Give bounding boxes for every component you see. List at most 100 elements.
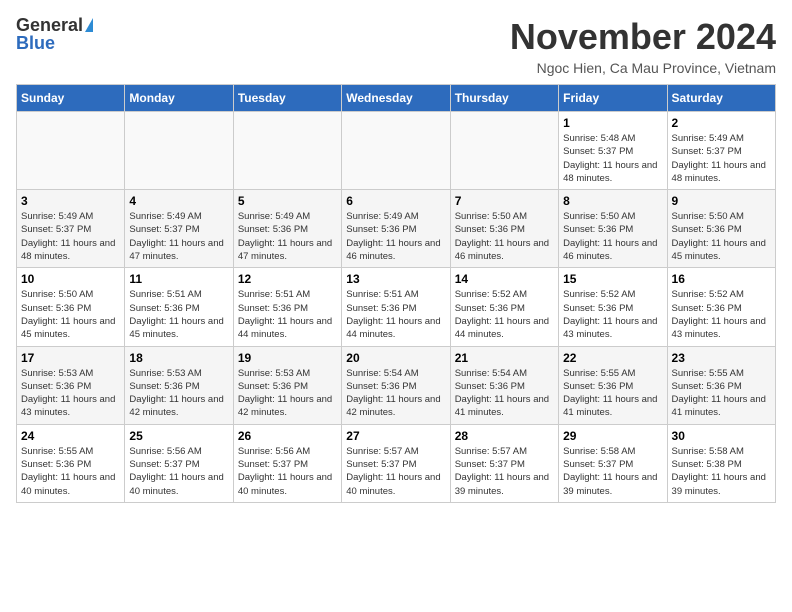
calendar-cell: 7Sunrise: 5:50 AM Sunset: 5:36 PM Daylig… bbox=[450, 190, 558, 268]
day-info: Sunrise: 5:50 AM Sunset: 5:36 PM Dayligh… bbox=[563, 210, 662, 263]
day-info: Sunrise: 5:57 AM Sunset: 5:37 PM Dayligh… bbox=[346, 445, 445, 498]
logo-blue-text: Blue bbox=[16, 34, 55, 52]
day-number: 26 bbox=[238, 429, 337, 443]
calendar-body: 1 Sunrise: 5:48 AM Sunset: 5:37 PM Daylig… bbox=[17, 112, 776, 503]
calendar-cell: 1 Sunrise: 5:48 AM Sunset: 5:37 PM Daylig… bbox=[559, 112, 667, 190]
calendar-cell: 8 Sunrise: 5:50 AM Sunset: 5:36 PM Daylig… bbox=[559, 190, 667, 268]
calendar-table: SundayMondayTuesdayWednesdayThursdayFrid… bbox=[16, 84, 776, 503]
day-number: 9 bbox=[672, 194, 771, 208]
weekday-header-wednesday: Wednesday bbox=[342, 85, 450, 112]
day-number: 2 bbox=[672, 116, 771, 130]
day-info: Sunrise: 5:51 AM Sunset: 5:36 PM Dayligh… bbox=[346, 288, 445, 341]
day-info: Sunrise: 5:51 AM Sunset: 5:36 PM Dayligh… bbox=[129, 288, 228, 341]
page-header: General Blue November 2024 Ngoc Hien, Ca… bbox=[16, 16, 776, 76]
day-info: Sunrise: 5:55 AM Sunset: 5:36 PM Dayligh… bbox=[563, 367, 662, 420]
day-number: 27 bbox=[346, 429, 445, 443]
calendar-cell: 29 Sunrise: 5:58 AM Sunset: 5:37 PM Dayli… bbox=[559, 424, 667, 502]
day-number: 1 bbox=[563, 116, 662, 130]
day-info: Sunrise: 5:55 AM Sunset: 5:36 PM Dayligh… bbox=[21, 445, 120, 498]
calendar-cell: 10Sunrise: 5:50 AM Sunset: 5:36 PM Dayli… bbox=[17, 268, 125, 346]
day-info: Sunrise: 5:51 AM Sunset: 5:36 PM Dayligh… bbox=[238, 288, 337, 341]
calendar-cell: 4 Sunrise: 5:49 AM Sunset: 5:37 PM Daylig… bbox=[125, 190, 233, 268]
day-info: Sunrise: 5:58 AM Sunset: 5:38 PM Dayligh… bbox=[672, 445, 771, 498]
calendar-cell: 17 Sunrise: 5:53 AM Sunset: 5:36 PM Dayli… bbox=[17, 346, 125, 424]
day-info: Sunrise: 5:52 AM Sunset: 5:36 PM Dayligh… bbox=[672, 288, 771, 341]
day-info: Sunrise: 5:58 AM Sunset: 5:37 PM Dayligh… bbox=[563, 445, 662, 498]
day-number: 6 bbox=[346, 194, 445, 208]
weekday-header-tuesday: Tuesday bbox=[233, 85, 341, 112]
calendar-cell: 23 Sunrise: 5:55 AM Sunset: 5:36 PM Dayli… bbox=[667, 346, 775, 424]
day-info: Sunrise: 5:49 AM Sunset: 5:37 PM Dayligh… bbox=[129, 210, 228, 263]
day-info: Sunrise: 5:53 AM Sunset: 5:36 PM Dayligh… bbox=[238, 367, 337, 420]
calendar-week-row: 10Sunrise: 5:50 AM Sunset: 5:36 PM Dayli… bbox=[17, 268, 776, 346]
day-number: 14 bbox=[455, 272, 554, 286]
day-info: Sunrise: 5:49 AM Sunset: 5:36 PM Dayligh… bbox=[238, 210, 337, 263]
calendar-cell bbox=[233, 112, 341, 190]
calendar-title: November 2024 bbox=[510, 16, 776, 58]
calendar-cell: 9Sunrise: 5:50 AM Sunset: 5:36 PM Daylig… bbox=[667, 190, 775, 268]
weekday-header-row: SundayMondayTuesdayWednesdayThursdayFrid… bbox=[17, 85, 776, 112]
day-number: 23 bbox=[672, 351, 771, 365]
calendar-week-row: 17 Sunrise: 5:53 AM Sunset: 5:36 PM Dayli… bbox=[17, 346, 776, 424]
calendar-week-row: 3 Sunrise: 5:49 AM Sunset: 5:37 PM Daylig… bbox=[17, 190, 776, 268]
day-info: Sunrise: 5:56 AM Sunset: 5:37 PM Dayligh… bbox=[238, 445, 337, 498]
day-info: Sunrise: 5:50 AM Sunset: 5:36 PM Dayligh… bbox=[455, 210, 554, 263]
day-number: 22 bbox=[563, 351, 662, 365]
calendar-cell: 3 Sunrise: 5:49 AM Sunset: 5:37 PM Daylig… bbox=[17, 190, 125, 268]
weekday-header-monday: Monday bbox=[125, 85, 233, 112]
calendar-cell: 5 Sunrise: 5:49 AM Sunset: 5:36 PM Daylig… bbox=[233, 190, 341, 268]
weekday-header-friday: Friday bbox=[559, 85, 667, 112]
weekday-header-thursday: Thursday bbox=[450, 85, 558, 112]
calendar-cell: 11 Sunrise: 5:51 AM Sunset: 5:36 PM Dayli… bbox=[125, 268, 233, 346]
calendar-cell bbox=[450, 112, 558, 190]
day-number: 5 bbox=[238, 194, 337, 208]
calendar-cell bbox=[125, 112, 233, 190]
day-info: Sunrise: 5:48 AM Sunset: 5:37 PM Dayligh… bbox=[563, 132, 662, 185]
calendar-cell: 6Sunrise: 5:49 AM Sunset: 5:36 PM Daylig… bbox=[342, 190, 450, 268]
calendar-cell: 27 Sunrise: 5:57 AM Sunset: 5:37 PM Dayli… bbox=[342, 424, 450, 502]
day-info: Sunrise: 5:53 AM Sunset: 5:36 PM Dayligh… bbox=[129, 367, 228, 420]
day-info: Sunrise: 5:56 AM Sunset: 5:37 PM Dayligh… bbox=[129, 445, 228, 498]
logo: General Blue bbox=[16, 16, 93, 52]
day-number: 12 bbox=[238, 272, 337, 286]
day-number: 21 bbox=[455, 351, 554, 365]
calendar-cell: 2Sunrise: 5:49 AM Sunset: 5:37 PM Daylig… bbox=[667, 112, 775, 190]
logo-triangle-icon bbox=[85, 18, 93, 32]
title-block: November 2024 Ngoc Hien, Ca Mau Province… bbox=[510, 16, 776, 76]
day-number: 3 bbox=[21, 194, 120, 208]
day-info: Sunrise: 5:54 AM Sunset: 5:36 PM Dayligh… bbox=[455, 367, 554, 420]
calendar-cell: 19 Sunrise: 5:53 AM Sunset: 5:36 PM Dayli… bbox=[233, 346, 341, 424]
calendar-cell: 22 Sunrise: 5:55 AM Sunset: 5:36 PM Dayli… bbox=[559, 346, 667, 424]
day-number: 24 bbox=[21, 429, 120, 443]
calendar-cell: 18 Sunrise: 5:53 AM Sunset: 5:36 PM Dayli… bbox=[125, 346, 233, 424]
day-info: Sunrise: 5:57 AM Sunset: 5:37 PM Dayligh… bbox=[455, 445, 554, 498]
calendar-cell: 20Sunrise: 5:54 AM Sunset: 5:36 PM Dayli… bbox=[342, 346, 450, 424]
calendar-cell: 16Sunrise: 5:52 AM Sunset: 5:36 PM Dayli… bbox=[667, 268, 775, 346]
day-number: 17 bbox=[21, 351, 120, 365]
day-number: 28 bbox=[455, 429, 554, 443]
day-number: 25 bbox=[129, 429, 228, 443]
day-info: Sunrise: 5:55 AM Sunset: 5:36 PM Dayligh… bbox=[672, 367, 771, 420]
calendar-cell: 15Sunrise: 5:52 AM Sunset: 5:36 PM Dayli… bbox=[559, 268, 667, 346]
day-info: Sunrise: 5:53 AM Sunset: 5:36 PM Dayligh… bbox=[21, 367, 120, 420]
calendar-subtitle: Ngoc Hien, Ca Mau Province, Vietnam bbox=[510, 60, 776, 76]
day-number: 29 bbox=[563, 429, 662, 443]
calendar-cell: 13Sunrise: 5:51 AM Sunset: 5:36 PM Dayli… bbox=[342, 268, 450, 346]
day-info: Sunrise: 5:52 AM Sunset: 5:36 PM Dayligh… bbox=[455, 288, 554, 341]
weekday-header-saturday: Saturday bbox=[667, 85, 775, 112]
calendar-cell: 30Sunrise: 5:58 AM Sunset: 5:38 PM Dayli… bbox=[667, 424, 775, 502]
day-number: 11 bbox=[129, 272, 228, 286]
calendar-cell bbox=[17, 112, 125, 190]
calendar-week-row: 24 Sunrise: 5:55 AM Sunset: 5:36 PM Dayli… bbox=[17, 424, 776, 502]
day-info: Sunrise: 5:49 AM Sunset: 5:37 PM Dayligh… bbox=[21, 210, 120, 263]
day-number: 4 bbox=[129, 194, 228, 208]
calendar-cell: 26 Sunrise: 5:56 AM Sunset: 5:37 PM Dayli… bbox=[233, 424, 341, 502]
calendar-cell: 25 Sunrise: 5:56 AM Sunset: 5:37 PM Dayli… bbox=[125, 424, 233, 502]
day-number: 19 bbox=[238, 351, 337, 365]
day-number: 10 bbox=[21, 272, 120, 286]
calendar-cell: 12 Sunrise: 5:51 AM Sunset: 5:36 PM Dayli… bbox=[233, 268, 341, 346]
day-number: 8 bbox=[563, 194, 662, 208]
day-number: 18 bbox=[129, 351, 228, 365]
weekday-header-sunday: Sunday bbox=[17, 85, 125, 112]
day-number: 15 bbox=[563, 272, 662, 286]
